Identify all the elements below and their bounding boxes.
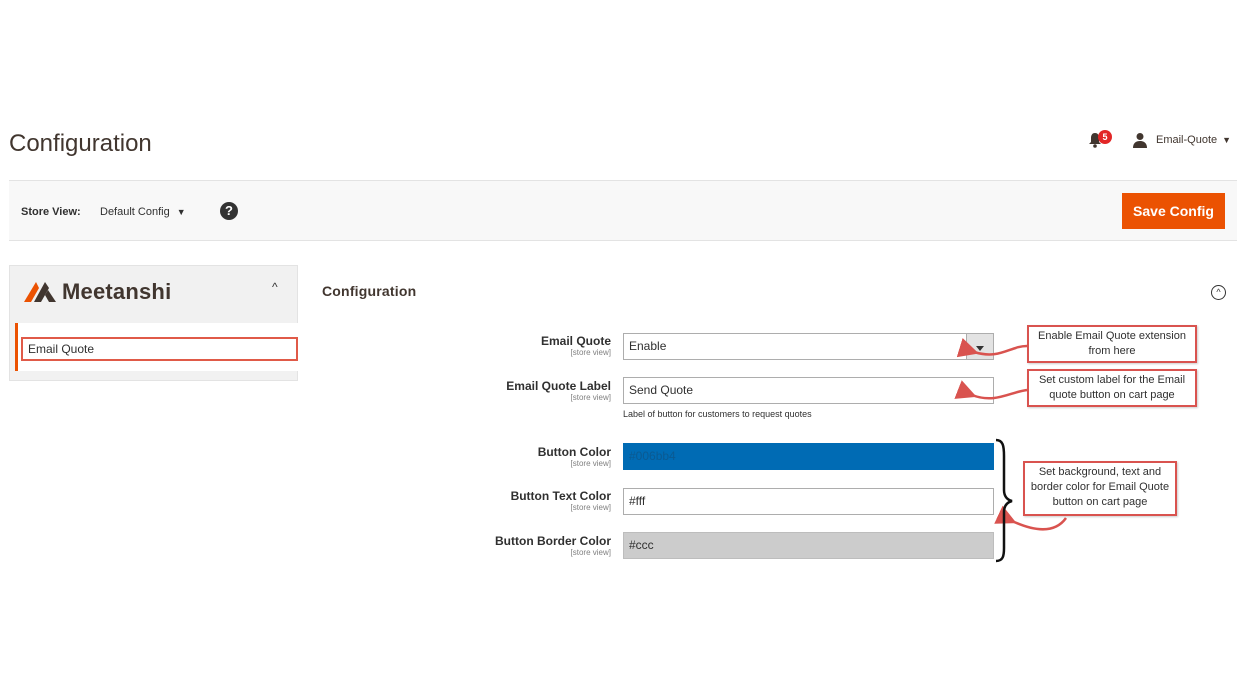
circle-chevron-up-icon[interactable]: ^ xyxy=(1211,285,1226,300)
brand-name: Meetanshi xyxy=(62,279,172,304)
arrow-colors xyxy=(994,505,1068,531)
button-color-input[interactable]: #006bb4 xyxy=(623,443,994,470)
meetanshi-logo-icon xyxy=(24,282,56,302)
section-title[interactable]: Configuration xyxy=(322,283,416,299)
email-quote-label-label: Email Quote Label [store view] xyxy=(506,379,611,402)
user-icon xyxy=(1133,133,1147,148)
annotation-colors: Set background, text and border color fo… xyxy=(1023,461,1177,516)
annotation-enable: Enable Email Quote extension from here xyxy=(1027,325,1197,363)
store-view-switcher[interactable]: Default Config ▼ xyxy=(100,206,186,218)
annotation-label: Set custom label for the Email quote but… xyxy=(1027,369,1197,407)
store-view-bar: Store View: Default Config ▼ ? Save Conf… xyxy=(9,180,1237,241)
chevron-up-icon[interactable]: ^ xyxy=(272,280,278,294)
button-border-color-label: Button Border Color [store view] xyxy=(495,534,611,557)
caret-down-icon: ▼ xyxy=(176,207,186,217)
notification-badge: 5 xyxy=(1098,130,1112,144)
page-title: Configuration xyxy=(9,130,152,157)
store-view-value: Default Config xyxy=(100,206,170,218)
sidebar-group-meetanshi[interactable]: Meetanshi xyxy=(24,279,171,305)
button-text-color-label: Button Text Color [store view] xyxy=(510,489,611,512)
config-sidebar: Meetanshi ^ Email Quote xyxy=(9,265,298,381)
sidebar-list: Email Quote xyxy=(15,323,298,371)
caret-down-icon: ▼ xyxy=(1222,135,1232,145)
email-quote-label-note: Label of button for customers to request… xyxy=(623,409,812,419)
save-config-button[interactable]: Save Config xyxy=(1122,193,1225,229)
button-border-color-input[interactable]: #ccc xyxy=(623,532,994,559)
button-color-label: Button Color [store view] xyxy=(537,445,611,468)
help-icon[interactable]: ? xyxy=(220,202,238,220)
email-quote-select[interactable]: Enable xyxy=(623,333,994,360)
button-text-color-input[interactable]: #fff xyxy=(623,488,994,515)
user-menu[interactable]: Email-Quote ▼ xyxy=(1132,131,1231,149)
sidebar-item-email-quote[interactable]: Email Quote xyxy=(21,337,298,361)
notifications[interactable]: 5 xyxy=(1088,130,1114,152)
user-name: Email-Quote xyxy=(1156,134,1218,146)
dropdown-arrow-icon[interactable] xyxy=(966,334,993,359)
store-view-label: Store View: xyxy=(21,206,81,218)
email-quote-label-input[interactable]: Send Quote xyxy=(623,377,994,404)
email-quote-label: Email Quote [store view] xyxy=(540,334,611,357)
curly-brace xyxy=(995,438,1013,563)
